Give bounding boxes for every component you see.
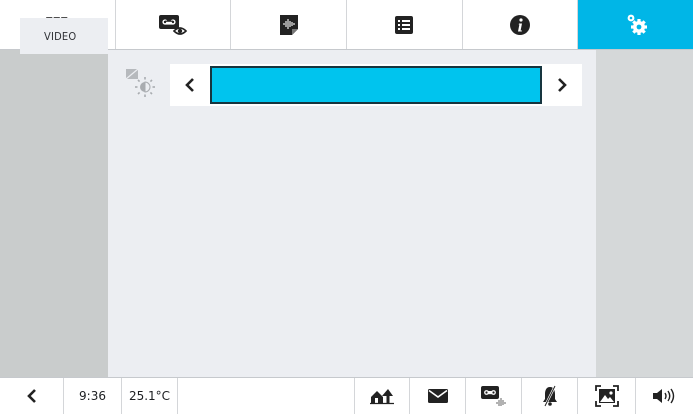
fullscreen-picture-icon xyxy=(594,385,619,407)
sidebar-item-video[interactable]: VIDEO xyxy=(20,18,108,54)
level-bar xyxy=(210,66,542,104)
back-button[interactable] xyxy=(0,378,64,414)
mute-bell-icon xyxy=(542,385,557,407)
info-icon xyxy=(510,14,531,35)
home-away-button[interactable] xyxy=(354,378,410,414)
brightness-contrast-icon xyxy=(125,68,159,102)
tab-settings[interactable] xyxy=(578,0,693,49)
mute-bell-button[interactable] xyxy=(522,378,578,414)
temperature: 25.1°C xyxy=(122,378,178,414)
decrease-button[interactable] xyxy=(170,64,210,106)
tab-audio-message[interactable] xyxy=(231,0,348,49)
voicemail-record-button[interactable] xyxy=(466,378,522,414)
back-icon xyxy=(26,389,36,403)
status-bar: 9:36 25.1°C xyxy=(0,377,693,414)
fullscreen-picture-button[interactable] xyxy=(578,378,636,414)
audio-message-icon xyxy=(279,14,298,35)
home-away-icon xyxy=(370,389,394,405)
increase-button[interactable] xyxy=(542,64,582,106)
tab-list[interactable] xyxy=(347,0,463,49)
voicemail-record-icon xyxy=(480,386,505,406)
settings-sidebar xyxy=(0,50,108,377)
level-slider[interactable] xyxy=(170,64,582,106)
mail-button[interactable] xyxy=(410,378,466,414)
settings-gears-icon xyxy=(627,14,647,35)
list-icon xyxy=(395,15,414,34)
voicemail-view-icon xyxy=(159,14,188,35)
tab-info[interactable] xyxy=(463,0,579,49)
sidebar-item-label: VIDEO xyxy=(44,29,77,43)
tab-voicemail[interactable] xyxy=(116,0,232,49)
mail-icon xyxy=(427,389,448,403)
right-margin-panel xyxy=(596,50,693,377)
chevron-left-icon xyxy=(185,78,194,92)
clock: 9:36 xyxy=(64,378,122,414)
chevron-right-icon xyxy=(558,78,567,92)
speaker-volume-icon xyxy=(652,388,674,404)
volume-button[interactable] xyxy=(636,378,693,414)
